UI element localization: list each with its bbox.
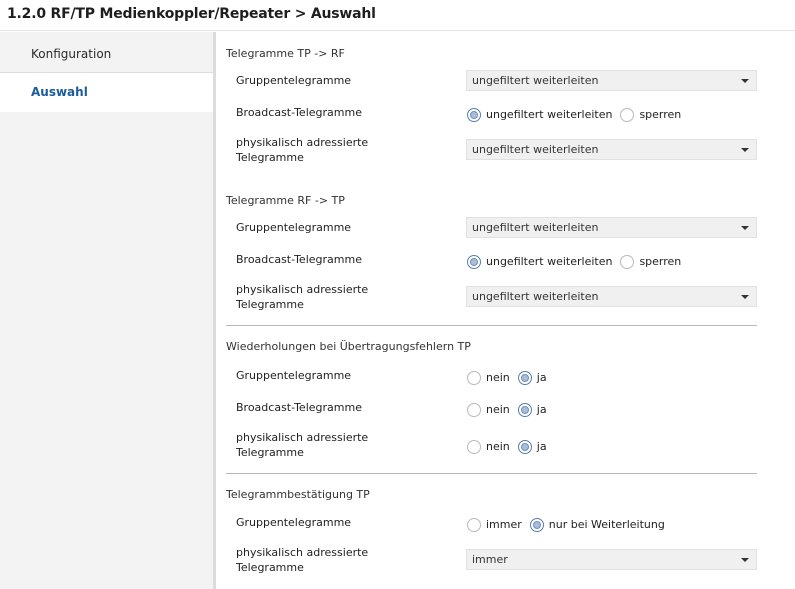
- radio-label[interactable]: immer: [486, 518, 522, 531]
- radio-label[interactable]: ja: [537, 440, 547, 453]
- row-label-broadcast-telegramme: Broadcast-Telegramme: [236, 253, 362, 266]
- radio-nein[interactable]: [467, 439, 481, 454]
- bestaetigung-phys-select[interactable]: immer: [466, 549, 757, 570]
- row-label-physikalisch-adressierte: physikalisch adressierte: [236, 136, 369, 149]
- radio-label[interactable]: sperren: [639, 108, 681, 121]
- chevron-down-icon: [741, 226, 749, 230]
- radio-ja[interactable]: [517, 370, 532, 385]
- gruppentelegramme-tp-rf-select[interactable]: ungefiltert weiterleiten: [466, 70, 757, 91]
- wiederholung-broadcast-radio-group: nein ja: [467, 399, 555, 417]
- radio-label[interactable]: nein: [486, 371, 510, 384]
- radio-ungefiltert-weiterleiten[interactable]: [467, 254, 481, 269]
- title-bar: 1.2.0 RF/TP Medienkoppler/Repeater > Aus…: [0, 0, 795, 31]
- radio-label[interactable]: ja: [537, 371, 547, 384]
- section-title-bestaetigung: Telegrammbestätigung TP: [226, 488, 370, 501]
- bestaetigung-gruppe-radio-group: immer nur bei Weiterleitung: [467, 514, 673, 532]
- radio-label[interactable]: sperren: [639, 255, 681, 268]
- select-value: ungefiltert weiterleiten: [472, 221, 599, 234]
- wiederholung-phys-radio-group: nein ja: [467, 436, 555, 454]
- chevron-down-icon: [741, 79, 749, 83]
- section-title-rf-tp: Telegramme RF -> TP: [226, 194, 345, 207]
- row-label-gruppentelegramme: Gruppentelegramme: [236, 369, 352, 382]
- row-label-telegramme: Telegramme: [236, 446, 304, 459]
- row-label-telegramme: Telegramme: [236, 298, 304, 311]
- window-title: 1.2.0 RF/TP Medienkoppler/Repeater > Aus…: [7, 6, 376, 22]
- sidebar-item-konfiguration[interactable]: Konfiguration: [0, 35, 213, 73]
- radio-nur-bei-weiterleitung[interactable]: [529, 517, 544, 532]
- row-label-physikalisch-adressierte: physikalisch adressierte: [236, 283, 369, 296]
- row-label-broadcast-telegramme: Broadcast-Telegramme: [236, 106, 362, 119]
- row-label-gruppentelegramme: Gruppentelegramme: [236, 74, 352, 87]
- radio-immer[interactable]: [467, 517, 481, 532]
- radio-nein[interactable]: [467, 402, 481, 417]
- physikalisch-tp-rf-select[interactable]: ungefiltert weiterleiten: [466, 139, 757, 160]
- section-title-wiederholungen: Wiederholungen bei Übertragungsfehlern T…: [226, 340, 471, 353]
- gruppentelegramme-rf-tp-select[interactable]: ungefiltert weiterleiten: [466, 217, 757, 238]
- select-value: ungefiltert weiterleiten: [472, 143, 599, 156]
- sidebar: Konfiguration Auswahl: [0, 32, 213, 589]
- radio-label[interactable]: ja: [537, 403, 547, 416]
- row-label-telegramme: Telegramme: [236, 561, 304, 574]
- row-label-gruppentelegramme: Gruppentelegramme: [236, 221, 352, 234]
- row-label-physikalisch-adressierte: physikalisch adressierte: [236, 431, 369, 444]
- sidebar-item-auswahl[interactable]: Auswahl: [0, 73, 213, 112]
- radio-label[interactable]: nein: [486, 403, 510, 416]
- physikalisch-rf-tp-select[interactable]: ungefiltert weiterleiten: [466, 286, 757, 307]
- radio-label[interactable]: ungefiltert weiterleiten: [486, 108, 612, 121]
- select-value: immer: [472, 553, 508, 566]
- section-divider: [226, 473, 757, 474]
- parameter-panel: Telegramme TP -> RF Gruppentelegramme un…: [216, 32, 795, 589]
- radio-sperren[interactable]: [620, 254, 635, 269]
- row-label-physikalisch-adressierte: physikalisch adressierte: [236, 546, 369, 559]
- section-divider: [226, 325, 757, 326]
- radio-label[interactable]: ungefiltert weiterleiten: [486, 255, 612, 268]
- radio-nein[interactable]: [467, 370, 481, 385]
- radio-ja[interactable]: [517, 439, 532, 454]
- radio-sperren[interactable]: [620, 107, 635, 122]
- radio-ungefiltert-weiterleiten[interactable]: [467, 107, 481, 122]
- row-label-gruppentelegramme: Gruppentelegramme: [236, 516, 352, 529]
- section-title-tp-rf: Telegramme TP -> RF: [226, 47, 345, 60]
- row-label-telegramme: Telegramme: [236, 151, 304, 164]
- select-value: ungefiltert weiterleiten: [472, 74, 599, 87]
- radio-label[interactable]: nur bei Weiterleitung: [549, 518, 665, 531]
- broadcast-rf-tp-radio-group: ungefiltert weiterleiten sperren: [467, 251, 689, 269]
- chevron-down-icon: [741, 558, 749, 562]
- wiederholung-gruppe-radio-group: nein ja: [467, 367, 555, 385]
- chevron-down-icon: [741, 295, 749, 299]
- chevron-down-icon: [741, 148, 749, 152]
- radio-label[interactable]: nein: [486, 440, 510, 453]
- radio-ja[interactable]: [517, 402, 532, 417]
- broadcast-tp-rf-radio-group: ungefiltert weiterleiten sperren: [467, 104, 689, 122]
- select-value: ungefiltert weiterleiten: [472, 290, 599, 303]
- row-label-broadcast-telegramme: Broadcast-Telegramme: [236, 401, 362, 414]
